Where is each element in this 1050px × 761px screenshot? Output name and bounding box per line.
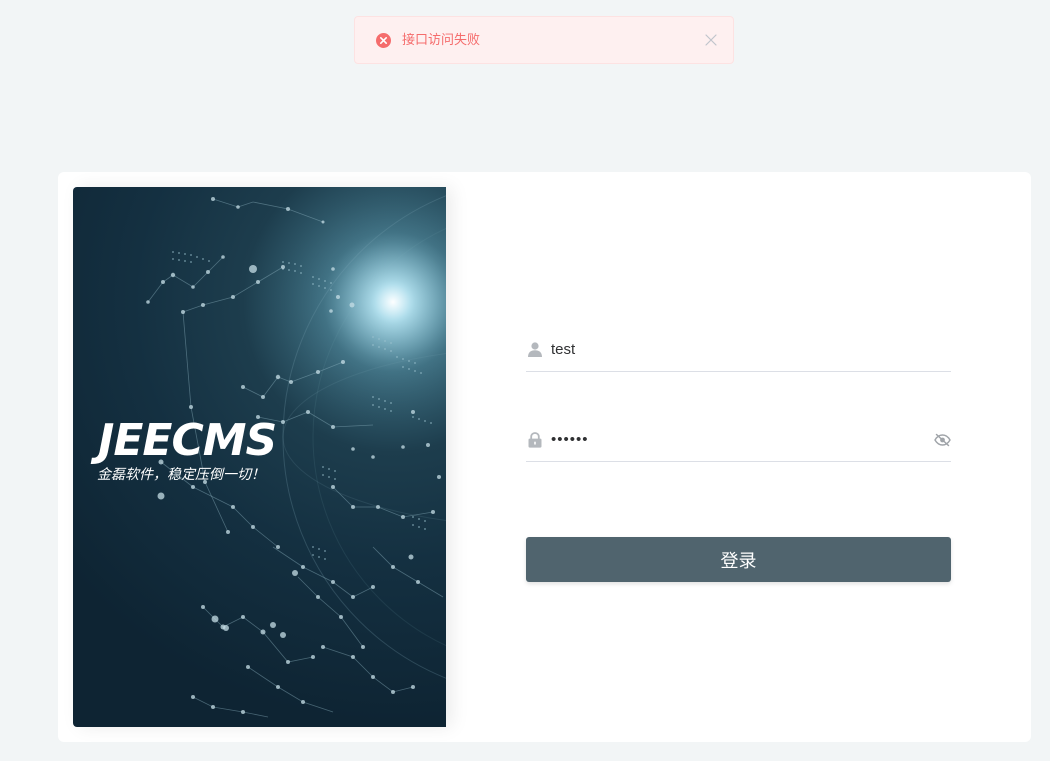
password-field: •••••• bbox=[526, 418, 951, 462]
user-icon bbox=[527, 342, 543, 358]
username-input[interactable] bbox=[551, 334, 951, 365]
lock-icon bbox=[527, 431, 543, 448]
username-field bbox=[526, 328, 951, 372]
brand-slogan: 金磊软件，稳定压倒一切！ bbox=[97, 467, 265, 483]
brand-logo-text: JEECMS bbox=[98, 415, 277, 466]
error-circle-icon bbox=[376, 32, 391, 48]
login-form: •••••• 登录 bbox=[526, 172, 951, 742]
close-icon[interactable] bbox=[703, 32, 719, 48]
eye-off-icon[interactable] bbox=[933, 431, 951, 449]
login-card: JEECMS 金磊软件，稳定压倒一切！ •••••• bbox=[58, 172, 1031, 742]
brand-banner: JEECMS 金磊软件，稳定压倒一切！ bbox=[73, 187, 446, 727]
toast-message: 接口访问失败 bbox=[402, 32, 481, 48]
password-input[interactable]: •••••• bbox=[551, 425, 933, 455]
login-button[interactable]: 登录 bbox=[526, 537, 951, 582]
error-toast: 接口访问失败 bbox=[354, 16, 734, 64]
